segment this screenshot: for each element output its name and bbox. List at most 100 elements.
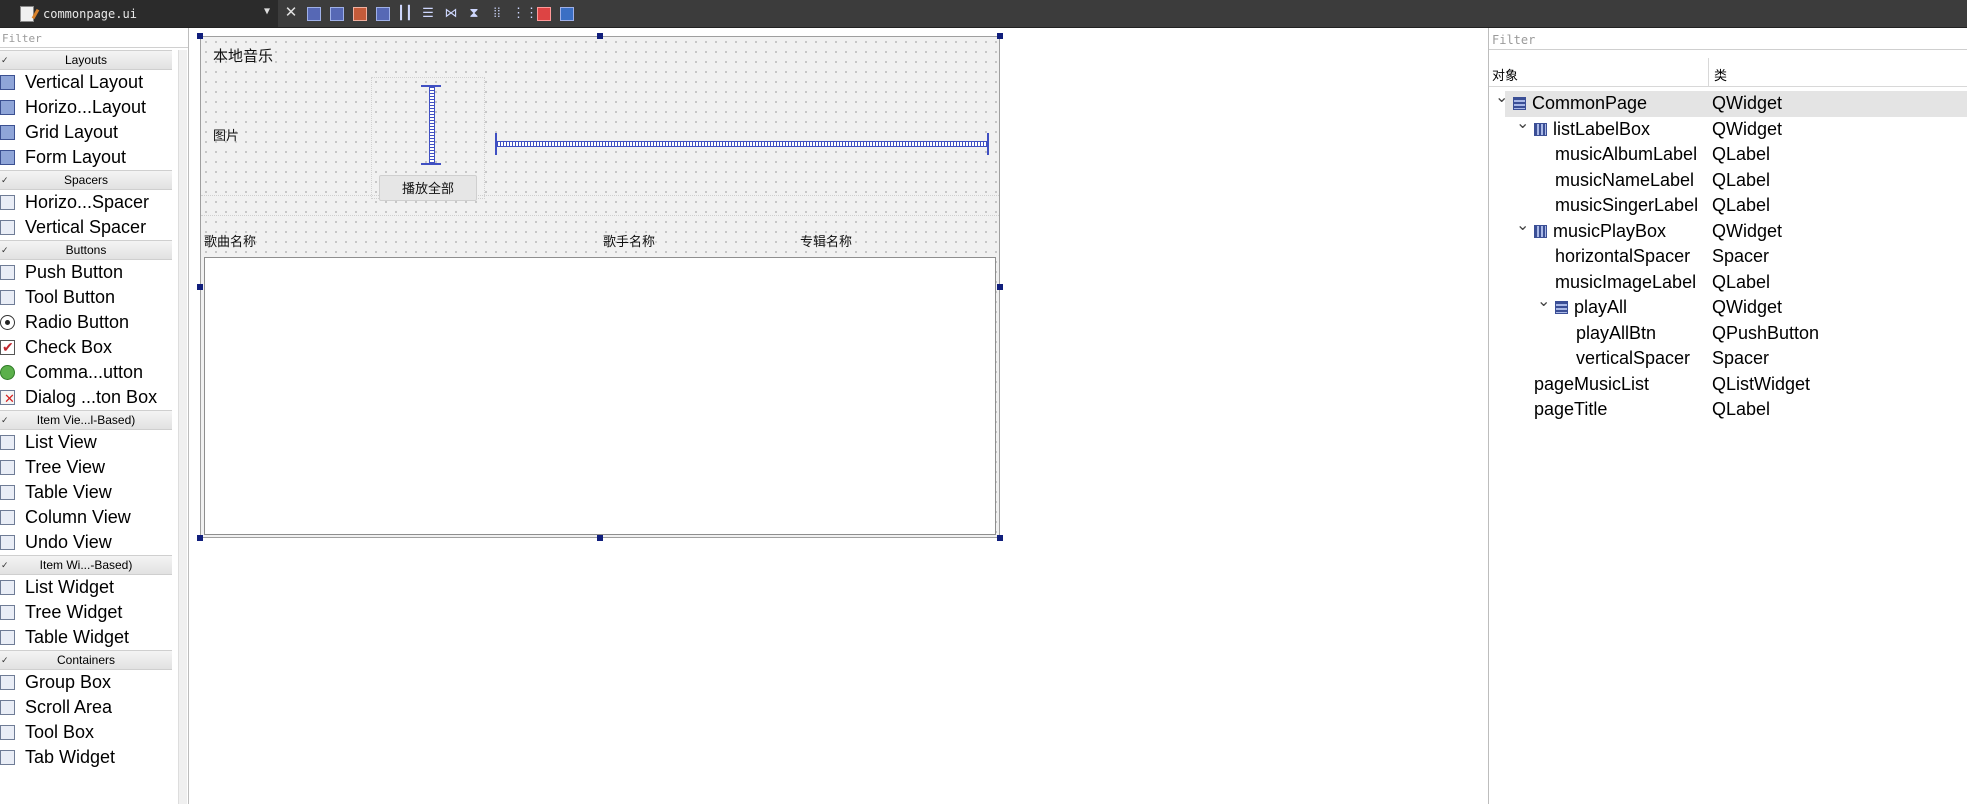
widget-item[interactable]: Tool Button (0, 285, 172, 310)
resize-handle[interactable] (597, 535, 603, 541)
page-music-list[interactable] (204, 257, 996, 535)
widget-item[interactable]: Horizo...Spacer (0, 190, 172, 215)
widget-item[interactable]: Undo View (0, 530, 172, 555)
object-tree-row[interactable]: pageTitle QLabel (1489, 397, 1967, 423)
object-tree-row[interactable]: horizontalSpacer Spacer (1489, 244, 1967, 270)
widget-filter-input[interactable]: Filter (0, 28, 188, 48)
edit-signals-icon[interactable] (351, 5, 367, 21)
object-tree-row[interactable]: verticalSpacer Spacer (1489, 346, 1967, 372)
vertical-spacer[interactable] (421, 85, 441, 165)
widget-item-label: List View (25, 432, 97, 452)
category-expand-icon[interactable]: ✓ (1, 51, 9, 70)
column-object-header[interactable]: 对象 (1492, 65, 1518, 84)
widget-item[interactable]: List Widget (0, 575, 172, 600)
chevron-down-icon[interactable]: ⌄ (1495, 85, 1508, 110)
widget-item[interactable]: List View (0, 430, 172, 455)
widget-item[interactable]: Scroll Area (0, 695, 172, 720)
widget-item-label: Tree View (25, 457, 106, 477)
widget-item[interactable]: Form Layout (0, 145, 172, 170)
music-image-label[interactable]: 图片 (213, 125, 239, 144)
category-expand-icon[interactable]: ✓ (1, 171, 9, 190)
file-tab[interactable]: commonpage.ui ▼ (0, 0, 278, 27)
widget-item[interactable]: Vertical Layout (0, 70, 172, 95)
widget-item[interactable]: Dialog ...ton Box (0, 385, 172, 411)
resize-handle[interactable] (197, 33, 203, 39)
widget-category[interactable]: ✓ Buttons (0, 240, 172, 260)
object-tree-row[interactable]: ⌄ CommonPage QWidget (1489, 89, 1967, 117)
category-expand-icon[interactable]: ✓ (1, 411, 9, 430)
object-tree-row[interactable]: musicAlbumLabel QLabel (1489, 142, 1967, 168)
category-expand-icon[interactable]: ✓ (1, 241, 9, 260)
object-tree-row[interactable]: musicImageLabel QLabel (1489, 270, 1967, 296)
widget-item[interactable]: Check Box (0, 335, 172, 360)
layout-form-icon[interactable]: ⁞⁞ (489, 5, 505, 21)
splitter-horizontal-icon[interactable]: ⋈ (443, 5, 459, 21)
widget-item[interactable]: Column View (0, 505, 172, 530)
object-name: musicPlayBox (1553, 220, 1667, 241)
widget-item[interactable]: Vertical Spacer (0, 215, 172, 240)
column-class-header[interactable]: 类 (1714, 65, 1727, 84)
object-tree-row[interactable]: playAllBtn QPushButton (1489, 321, 1967, 347)
chevron-down-icon[interactable]: ⌄ (1516, 111, 1529, 136)
chevron-down-icon[interactable]: ⌄ (1516, 213, 1529, 238)
object-tree-row[interactable]: musicNameLabel QLabel (1489, 168, 1967, 194)
table-view-icon (0, 485, 15, 500)
resize-handle[interactable] (997, 284, 1003, 290)
inspector-header: 对象 类 (1489, 58, 1967, 87)
break-layout-icon[interactable] (535, 5, 551, 21)
resize-handle[interactable] (197, 284, 203, 290)
widget-item[interactable]: Tree Widget (0, 600, 172, 625)
resize-handle[interactable] (197, 535, 203, 541)
category-expand-icon[interactable]: ✓ (1, 651, 9, 670)
adjust-size-icon[interactable] (558, 5, 574, 21)
category-expand-icon[interactable]: ✓ (1, 556, 9, 575)
widget-item[interactable]: Horizo...Layout (0, 95, 172, 120)
widget-category[interactable]: ✓ Item Vie...l-Based) (0, 410, 172, 430)
widget-box-scrollbar[interactable] (178, 50, 187, 804)
bring-forward-icon[interactable] (328, 5, 344, 21)
widget-category-title: Containers (56, 653, 116, 667)
widget-item[interactable]: Comma...utton (0, 360, 172, 385)
edit-buddies-icon[interactable] (374, 5, 390, 21)
object-filter-input[interactable]: Filter (1489, 28, 1967, 50)
horizontal-spacer[interactable] (495, 133, 989, 155)
widget-item[interactable]: Table Widget (0, 625, 172, 650)
play-all-button[interactable]: 播放全部 (379, 175, 477, 201)
chevron-down-icon[interactable]: ⌄ (1537, 289, 1550, 314)
widget-item[interactable]: Group Box (0, 670, 172, 695)
object-name: pageTitle (1534, 399, 1608, 419)
object-tree-row[interactable]: ⌄ listLabelBox QWidget (1489, 115, 1967, 143)
music-singer-label[interactable]: 歌手名称 (603, 231, 655, 250)
object-tree-row[interactable]: ⌄ playAll QWidget (1489, 293, 1967, 321)
music-name-label[interactable]: 歌曲名称 (204, 231, 256, 250)
widget-item[interactable]: Tool Box (0, 720, 172, 745)
music-album-label[interactable]: 专辑名称 (800, 231, 852, 250)
splitter-vertical-icon[interactable]: ⧗ (466, 5, 482, 21)
object-class: QLabel (1712, 399, 1771, 419)
object-tree-row[interactable]: musicSingerLabel QLabel (1489, 193, 1967, 219)
common-page-form[interactable]: 本地音乐 图片 播放全部 歌曲名称 歌手名称 专辑名称 (200, 36, 1000, 538)
widget-item[interactable]: Tree View (0, 455, 172, 480)
close-form-icon[interactable]: ✕ (283, 5, 299, 21)
layout-horizontal-icon[interactable]: ┃┃ (397, 5, 413, 21)
resize-handle[interactable] (997, 33, 1003, 39)
widget-item[interactable]: Tab Widget (0, 745, 172, 770)
file-dropdown-icon[interactable]: ▼ (264, 6, 270, 17)
page-title[interactable]: 本地音乐 (213, 45, 273, 66)
widget-category[interactable]: ✓ Item Wi...-Based) (0, 555, 172, 575)
widget-category[interactable]: ✓ Layouts (0, 50, 172, 70)
layout-grid-icon[interactable]: ⋮⋮ (512, 5, 538, 21)
widget-item[interactable]: Push Button (0, 260, 172, 285)
widget-item[interactable]: Grid Layout (0, 120, 172, 145)
object-tree-row[interactable]: ⌄ musicPlayBox QWidget (1489, 217, 1967, 245)
widget-item[interactable]: Radio Button (0, 310, 172, 335)
send-backward-icon[interactable] (305, 5, 321, 21)
widget-category[interactable]: ✓ Spacers (0, 170, 172, 190)
layout-vertical-icon[interactable]: ☰ (420, 5, 436, 21)
resize-handle[interactable] (597, 33, 603, 39)
widget-item[interactable]: Table View (0, 480, 172, 505)
object-tree-row[interactable]: pageMusicList QListWidget (1489, 372, 1967, 398)
resize-handle[interactable] (997, 535, 1003, 541)
list-label-box[interactable] (201, 215, 999, 252)
widget-category[interactable]: ✓ Containers (0, 650, 172, 670)
